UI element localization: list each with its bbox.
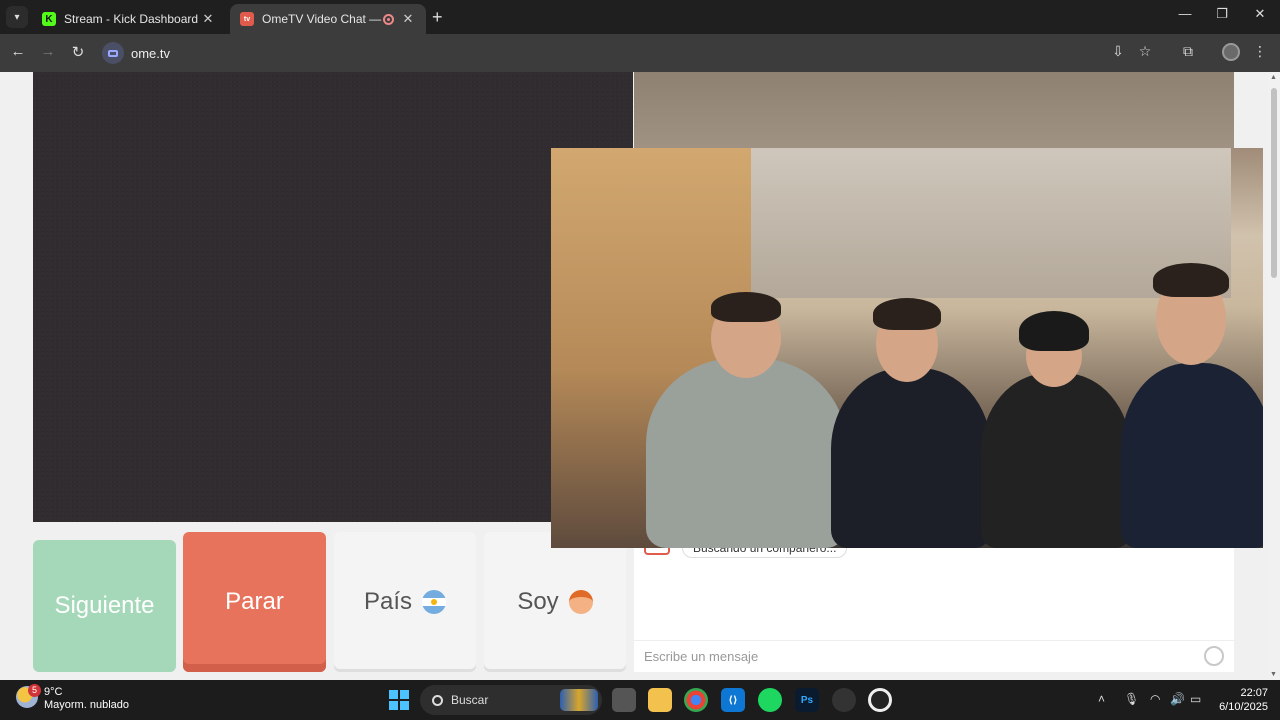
chrome-icon[interactable] [684, 688, 708, 712]
install-app-icon[interactable]: ⇩ [1108, 43, 1128, 60]
next-button-label: Siguiente [54, 592, 155, 619]
tab-title: Stream - Kick Dashboard [64, 12, 199, 26]
person-4 [1121, 263, 1263, 548]
reload-icon[interactable]: ↻ [68, 43, 88, 61]
bookmark-star-icon[interactable]: ☆ [1135, 43, 1155, 60]
spotify-icon[interactable] [758, 688, 782, 712]
windows-start-icon[interactable] [389, 690, 409, 710]
emoji-picker-icon[interactable] [1204, 646, 1224, 666]
partly-cloudy-icon: 5 [16, 684, 41, 708]
forward-arrow-icon[interactable]: → [38, 43, 58, 60]
extensions-icon[interactable]: ⧉ [1178, 43, 1198, 60]
photoshop-icon[interactable]: Ps [795, 688, 819, 712]
weather-temp: 9°C [44, 686, 63, 698]
ometv-icon: tv [240, 12, 254, 26]
tab-kick-dashboard[interactable]: K Stream - Kick Dashboard ✕ [32, 4, 226, 34]
boy-emoji-icon [568, 590, 593, 614]
argentina-flag-icon [422, 590, 447, 614]
vscode-icon[interactable]: ⟨⟩ [721, 688, 745, 712]
search-highlight-icon [560, 689, 598, 711]
message-placeholder: Escribe un mensaje [644, 649, 759, 664]
wifi-icon[interactable]: ◠ [1150, 692, 1160, 706]
weather-desc: Mayorm. nublado [44, 699, 129, 711]
country-button-label: País [363, 588, 413, 615]
person-1 [646, 292, 846, 548]
profile-avatar[interactable] [1222, 43, 1240, 61]
room-ceiling [671, 148, 1231, 298]
clock-time: 22:07 [1240, 687, 1268, 699]
task-view-icon[interactable] [612, 688, 636, 712]
obs-icon[interactable] [832, 688, 856, 712]
person-3 [981, 311, 1131, 548]
site-info-icon[interactable] [102, 42, 124, 64]
kick-icon: K [42, 12, 56, 26]
scroll-thumb[interactable] [1271, 88, 1277, 278]
chevron-up-icon[interactable]: ˄ [1098, 692, 1105, 706]
scroll-down-icon[interactable]: ▼ [1270, 671, 1277, 678]
taskbar: 5 9°C Mayorm. nublado Buscar ⟨⟩ Ps ˄ 🎙 ◠… [0, 680, 1280, 720]
webcam-overlay [551, 148, 1263, 548]
stop-button-label: Parar [225, 588, 284, 615]
browser-toolbar: ← → ↻ ome.tv ⇩ ☆ ⧉ ⋮ [0, 34, 1280, 72]
taskbar-search[interactable]: Buscar [420, 685, 602, 715]
file-explorer-icon[interactable] [648, 688, 672, 712]
minimize-icon[interactable]: — [1170, 6, 1200, 21]
tab-list-chevron-icon[interactable]: ▾ [6, 6, 28, 28]
streaming-app-icon[interactable] [868, 688, 892, 712]
menu-kebab-icon[interactable]: ⋮ [1250, 43, 1270, 60]
search-label: Buscar [451, 693, 489, 707]
tab-bar: ▾ K Stream - Kick Dashboard ✕ tv OmeTV V… [0, 0, 1280, 34]
address-bar[interactable]: ome.tv [102, 39, 1102, 67]
address-text: ome.tv [131, 45, 171, 61]
recording-icon [383, 13, 394, 25]
close-icon[interactable]: ✕ [200, 11, 216, 27]
country-button[interactable]: País [334, 532, 476, 672]
gender-button[interactable]: Soy [484, 532, 626, 672]
system-clock[interactable]: 22:07 6/10/2025 [1212, 686, 1268, 714]
scroll-up-icon[interactable]: ▲ [1270, 74, 1277, 81]
microphone-icon[interactable]: 🎙 [1124, 692, 1139, 706]
clock-date: 6/10/2025 [1219, 701, 1268, 713]
page-scrollbar[interactable]: ▲ ▼ [1268, 72, 1280, 680]
tab-ometv[interactable]: tv OmeTV Video Chat — Ome ✕ [230, 4, 426, 34]
gender-button-label: Soy [517, 588, 559, 615]
notification-badge: 5 [28, 684, 41, 697]
next-button[interactable]: Siguiente [33, 540, 176, 672]
message-input[interactable]: Escribe un mensaje [634, 640, 1234, 672]
battery-icon[interactable]: ▭ [1190, 692, 1201, 706]
maximize-icon[interactable]: ❐ [1207, 6, 1237, 22]
volume-icon[interactable]: 🔊 [1170, 692, 1185, 706]
search-icon [432, 694, 443, 706]
new-tab-plus-icon[interactable]: + [432, 6, 443, 28]
back-arrow-icon[interactable]: ← [8, 43, 28, 60]
close-icon[interactable]: ✕ [400, 11, 416, 27]
tab-title: OmeTV Video Chat — Ome [262, 12, 383, 26]
own-video-feed [33, 72, 633, 522]
weather-widget[interactable]: 5 9°C Mayorm. nublado [16, 684, 129, 712]
person-2 [831, 298, 991, 548]
window-close-icon[interactable]: ✕ [1245, 6, 1275, 22]
stop-button[interactable]: Parar [183, 532, 326, 672]
